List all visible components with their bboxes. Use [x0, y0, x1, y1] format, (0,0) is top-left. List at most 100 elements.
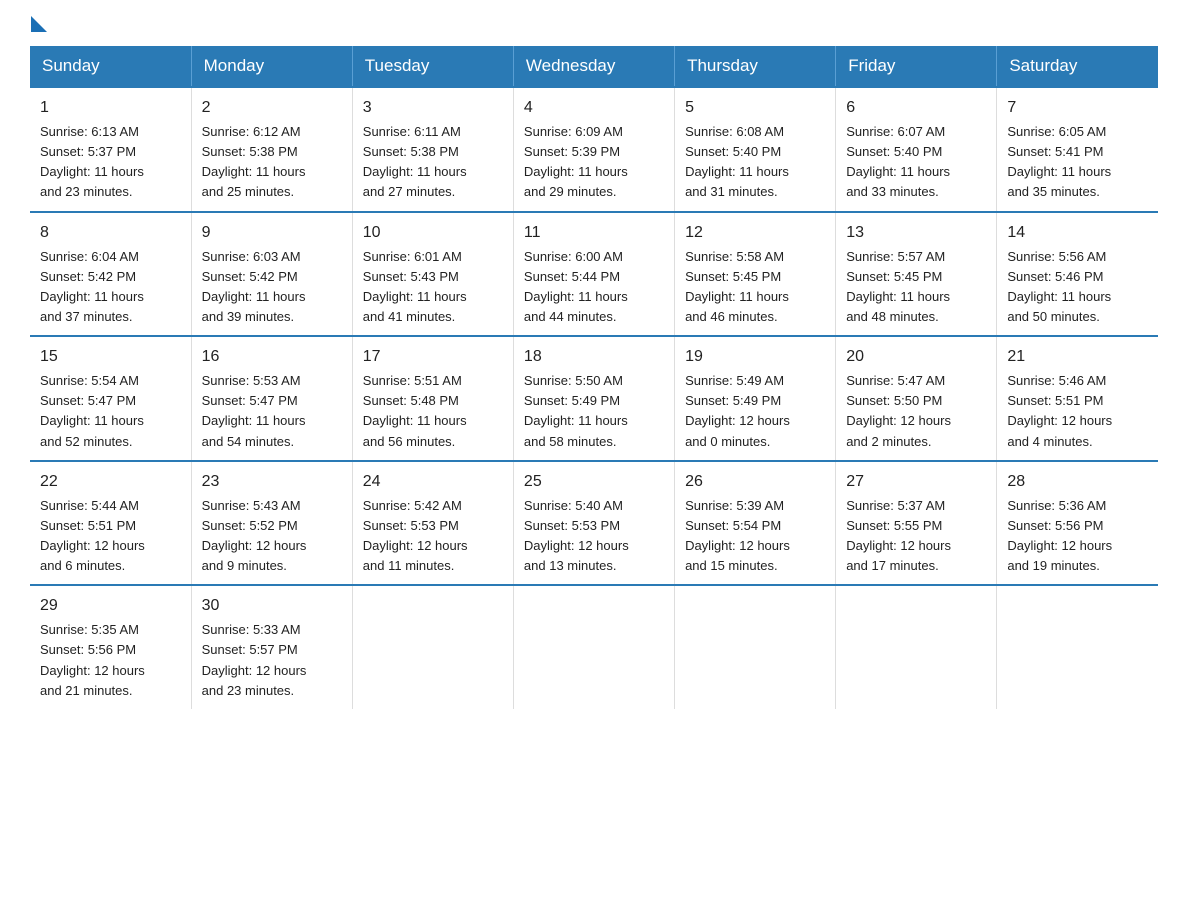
calendar-table: SundayMondayTuesdayWednesdayThursdayFrid…	[30, 46, 1158, 709]
day-info: Sunrise: 6:11 AMSunset: 5:38 PMDaylight:…	[363, 122, 503, 203]
day-info: Sunrise: 6:00 AMSunset: 5:44 PMDaylight:…	[524, 247, 664, 328]
day-number: 30	[202, 594, 342, 618]
day-number: 27	[846, 470, 986, 494]
calendar-cell	[997, 585, 1158, 709]
calendar-week-row: 15Sunrise: 5:54 AMSunset: 5:47 PMDayligh…	[30, 336, 1158, 461]
column-header-monday: Monday	[191, 46, 352, 87]
calendar-cell: 25Sunrise: 5:40 AMSunset: 5:53 PMDayligh…	[513, 461, 674, 586]
calendar-cell: 28Sunrise: 5:36 AMSunset: 5:56 PMDayligh…	[997, 461, 1158, 586]
day-info: Sunrise: 6:07 AMSunset: 5:40 PMDaylight:…	[846, 122, 986, 203]
day-info: Sunrise: 6:08 AMSunset: 5:40 PMDaylight:…	[685, 122, 825, 203]
day-info: Sunrise: 5:50 AMSunset: 5:49 PMDaylight:…	[524, 371, 664, 452]
calendar-cell: 12Sunrise: 5:58 AMSunset: 5:45 PMDayligh…	[675, 212, 836, 337]
day-number: 19	[685, 345, 825, 369]
calendar-cell: 23Sunrise: 5:43 AMSunset: 5:52 PMDayligh…	[191, 461, 352, 586]
column-header-wednesday: Wednesday	[513, 46, 674, 87]
calendar-cell: 20Sunrise: 5:47 AMSunset: 5:50 PMDayligh…	[836, 336, 997, 461]
day-info: Sunrise: 5:46 AMSunset: 5:51 PMDaylight:…	[1007, 371, 1148, 452]
day-number: 11	[524, 221, 664, 245]
day-number: 25	[524, 470, 664, 494]
day-number: 15	[40, 345, 181, 369]
day-number: 9	[202, 221, 342, 245]
day-number: 22	[40, 470, 181, 494]
calendar-cell: 13Sunrise: 5:57 AMSunset: 5:45 PMDayligh…	[836, 212, 997, 337]
calendar-cell: 5Sunrise: 6:08 AMSunset: 5:40 PMDaylight…	[675, 87, 836, 212]
day-info: Sunrise: 6:01 AMSunset: 5:43 PMDaylight:…	[363, 247, 503, 328]
day-number: 8	[40, 221, 181, 245]
calendar-cell: 11Sunrise: 6:00 AMSunset: 5:44 PMDayligh…	[513, 212, 674, 337]
day-number: 12	[685, 221, 825, 245]
calendar-cell: 30Sunrise: 5:33 AMSunset: 5:57 PMDayligh…	[191, 585, 352, 709]
day-number: 1	[40, 96, 181, 120]
calendar-cell: 19Sunrise: 5:49 AMSunset: 5:49 PMDayligh…	[675, 336, 836, 461]
column-header-saturday: Saturday	[997, 46, 1158, 87]
calendar-cell: 10Sunrise: 6:01 AMSunset: 5:43 PMDayligh…	[352, 212, 513, 337]
day-number: 28	[1007, 470, 1148, 494]
calendar-cell: 17Sunrise: 5:51 AMSunset: 5:48 PMDayligh…	[352, 336, 513, 461]
calendar-week-row: 22Sunrise: 5:44 AMSunset: 5:51 PMDayligh…	[30, 461, 1158, 586]
page-header	[30, 20, 1158, 36]
column-header-friday: Friday	[836, 46, 997, 87]
calendar-cell	[675, 585, 836, 709]
calendar-cell: 26Sunrise: 5:39 AMSunset: 5:54 PMDayligh…	[675, 461, 836, 586]
day-info: Sunrise: 5:36 AMSunset: 5:56 PMDaylight:…	[1007, 496, 1148, 577]
day-info: Sunrise: 5:54 AMSunset: 5:47 PMDaylight:…	[40, 371, 181, 452]
day-number: 21	[1007, 345, 1148, 369]
day-info: Sunrise: 5:57 AMSunset: 5:45 PMDaylight:…	[846, 247, 986, 328]
calendar-cell: 14Sunrise: 5:56 AMSunset: 5:46 PMDayligh…	[997, 212, 1158, 337]
calendar-cell: 7Sunrise: 6:05 AMSunset: 5:41 PMDaylight…	[997, 87, 1158, 212]
day-info: Sunrise: 5:53 AMSunset: 5:47 PMDaylight:…	[202, 371, 342, 452]
calendar-cell: 21Sunrise: 5:46 AMSunset: 5:51 PMDayligh…	[997, 336, 1158, 461]
day-info: Sunrise: 5:51 AMSunset: 5:48 PMDaylight:…	[363, 371, 503, 452]
calendar-cell: 4Sunrise: 6:09 AMSunset: 5:39 PMDaylight…	[513, 87, 674, 212]
day-info: Sunrise: 5:42 AMSunset: 5:53 PMDaylight:…	[363, 496, 503, 577]
calendar-cell	[836, 585, 997, 709]
day-number: 14	[1007, 221, 1148, 245]
day-info: Sunrise: 5:44 AMSunset: 5:51 PMDaylight:…	[40, 496, 181, 577]
calendar-cell: 27Sunrise: 5:37 AMSunset: 5:55 PMDayligh…	[836, 461, 997, 586]
day-number: 20	[846, 345, 986, 369]
calendar-cell: 8Sunrise: 6:04 AMSunset: 5:42 PMDaylight…	[30, 212, 191, 337]
day-info: Sunrise: 5:39 AMSunset: 5:54 PMDaylight:…	[685, 496, 825, 577]
calendar-cell	[513, 585, 674, 709]
day-number: 5	[685, 96, 825, 120]
calendar-week-row: 1Sunrise: 6:13 AMSunset: 5:37 PMDaylight…	[30, 87, 1158, 212]
day-info: Sunrise: 6:12 AMSunset: 5:38 PMDaylight:…	[202, 122, 342, 203]
day-info: Sunrise: 5:49 AMSunset: 5:49 PMDaylight:…	[685, 371, 825, 452]
calendar-cell: 15Sunrise: 5:54 AMSunset: 5:47 PMDayligh…	[30, 336, 191, 461]
day-info: Sunrise: 5:40 AMSunset: 5:53 PMDaylight:…	[524, 496, 664, 577]
day-info: Sunrise: 6:09 AMSunset: 5:39 PMDaylight:…	[524, 122, 664, 203]
day-number: 23	[202, 470, 342, 494]
calendar-cell: 16Sunrise: 5:53 AMSunset: 5:47 PMDayligh…	[191, 336, 352, 461]
day-number: 10	[363, 221, 503, 245]
calendar-header-row: SundayMondayTuesdayWednesdayThursdayFrid…	[30, 46, 1158, 87]
day-info: Sunrise: 6:05 AMSunset: 5:41 PMDaylight:…	[1007, 122, 1148, 203]
column-header-sunday: Sunday	[30, 46, 191, 87]
column-header-thursday: Thursday	[675, 46, 836, 87]
day-number: 2	[202, 96, 342, 120]
day-info: Sunrise: 5:58 AMSunset: 5:45 PMDaylight:…	[685, 247, 825, 328]
day-number: 26	[685, 470, 825, 494]
day-info: Sunrise: 6:13 AMSunset: 5:37 PMDaylight:…	[40, 122, 181, 203]
calendar-cell: 9Sunrise: 6:03 AMSunset: 5:42 PMDaylight…	[191, 212, 352, 337]
day-info: Sunrise: 6:04 AMSunset: 5:42 PMDaylight:…	[40, 247, 181, 328]
day-number: 16	[202, 345, 342, 369]
logo	[30, 20, 48, 36]
calendar-cell: 18Sunrise: 5:50 AMSunset: 5:49 PMDayligh…	[513, 336, 674, 461]
day-number: 13	[846, 221, 986, 245]
day-info: Sunrise: 5:37 AMSunset: 5:55 PMDaylight:…	[846, 496, 986, 577]
calendar-cell: 3Sunrise: 6:11 AMSunset: 5:38 PMDaylight…	[352, 87, 513, 212]
day-number: 4	[524, 96, 664, 120]
column-header-tuesday: Tuesday	[352, 46, 513, 87]
day-info: Sunrise: 5:47 AMSunset: 5:50 PMDaylight:…	[846, 371, 986, 452]
day-number: 18	[524, 345, 664, 369]
logo-triangle-icon	[31, 16, 47, 32]
day-info: Sunrise: 5:35 AMSunset: 5:56 PMDaylight:…	[40, 620, 181, 701]
calendar-cell: 29Sunrise: 5:35 AMSunset: 5:56 PMDayligh…	[30, 585, 191, 709]
calendar-cell: 6Sunrise: 6:07 AMSunset: 5:40 PMDaylight…	[836, 87, 997, 212]
calendar-cell: 24Sunrise: 5:42 AMSunset: 5:53 PMDayligh…	[352, 461, 513, 586]
calendar-cell	[352, 585, 513, 709]
day-number: 3	[363, 96, 503, 120]
calendar-cell: 22Sunrise: 5:44 AMSunset: 5:51 PMDayligh…	[30, 461, 191, 586]
day-number: 17	[363, 345, 503, 369]
